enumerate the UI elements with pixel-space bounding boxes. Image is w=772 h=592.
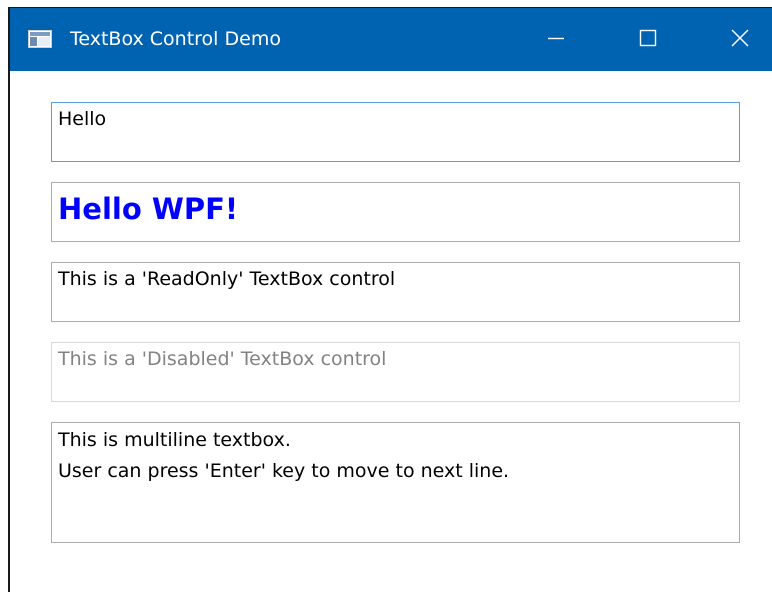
hello-wpf-textbox[interactable]: Hello WPF! bbox=[51, 182, 740, 242]
readonly-textbox[interactable]: This is a 'ReadOnly' TextBox control bbox=[51, 262, 740, 322]
minimize-button[interactable] bbox=[510, 8, 602, 71]
close-button[interactable] bbox=[694, 8, 772, 71]
maximize-button[interactable] bbox=[602, 8, 694, 71]
hello-textbox-value: Hello bbox=[58, 108, 107, 130]
maximize-icon bbox=[638, 28, 658, 52]
main-window: TextBox Control Demo Hello Hello WPF! Th… bbox=[8, 7, 772, 592]
hello-wpf-textbox-value: Hello WPF! bbox=[58, 192, 239, 226]
disabled-textbox-value: This is a 'Disabled' TextBox control bbox=[58, 348, 387, 370]
multiline-textbox[interactable]: This is multiline textbox. User can pres… bbox=[51, 422, 740, 543]
hello-textbox[interactable]: Hello bbox=[51, 102, 740, 162]
title-bar[interactable]: TextBox Control Demo bbox=[10, 8, 772, 71]
app-window-icon bbox=[28, 30, 52, 48]
readonly-textbox-value: This is a 'ReadOnly' TextBox control bbox=[58, 268, 396, 290]
multiline-textbox-line-2: User can press 'Enter' key to move to ne… bbox=[58, 460, 510, 482]
disabled-textbox: This is a 'Disabled' TextBox control bbox=[51, 342, 740, 402]
multiline-textbox-line-1: This is multiline textbox. bbox=[58, 429, 291, 451]
minimize-icon bbox=[546, 28, 566, 52]
window-title: TextBox Control Demo bbox=[70, 28, 281, 50]
close-icon bbox=[730, 28, 750, 52]
